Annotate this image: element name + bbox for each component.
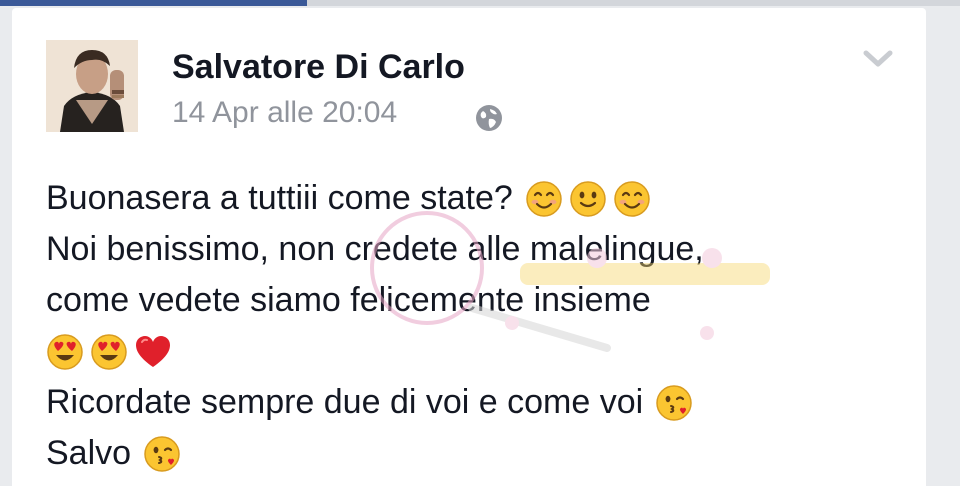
post-line-3: come vedete siamo felicemente insieme [46, 275, 906, 326]
chevron-down-icon[interactable] [862, 48, 894, 70]
post-line-2: Noi benissimo, non credete alle maleling… [46, 224, 906, 275]
timestamp-link[interactable]: 14 Apr alle 20:04 [172, 96, 397, 129]
post-card: Salvatore Di Carlo 14 Apr alle 20:04 Buo… [12, 8, 926, 486]
page-right-edge [926, 8, 960, 486]
post-body: Buonasera a tuttiii come state? Noi beni… [46, 173, 906, 479]
post-line-text: Ricordate sempre due di voi e come voi [46, 383, 644, 421]
face-blowing-kiss-icon [656, 384, 692, 421]
smiling-face-icon [526, 180, 562, 217]
red-heart-icon [136, 335, 170, 367]
post-line-1: Buonasera a tuttiii come state? [46, 173, 906, 224]
post-line-5: Ricordate sempre due di voi e come voi [46, 377, 906, 428]
author-name[interactable]: Salvatore Di Carlo [172, 48, 465, 87]
face-blowing-kiss-icon [144, 435, 180, 472]
smiling-face-icon [614, 180, 650, 217]
post-line-text: Noi benissimo, non credete alle maleling… [46, 230, 704, 268]
avatar[interactable] [46, 40, 138, 132]
heart-eyes-icon [47, 333, 83, 370]
post-meta: 14 Apr alle 20:04 [172, 96, 502, 136]
top-bar [307, 0, 960, 6]
post-line-text: come vedete siamo felicemente insieme [46, 281, 651, 319]
post-line-text: Buonasera a tuttiii come state? [46, 179, 513, 217]
top-bar-highlight [0, 0, 307, 6]
slightly-smiling-face-icon [570, 180, 606, 217]
post-line-text: Salvo [46, 434, 132, 472]
heart-eyes-icon [91, 333, 127, 370]
post-line-6: Salvo [46, 428, 906, 479]
post-line-4 [46, 326, 906, 377]
globe-icon[interactable] [475, 104, 503, 132]
